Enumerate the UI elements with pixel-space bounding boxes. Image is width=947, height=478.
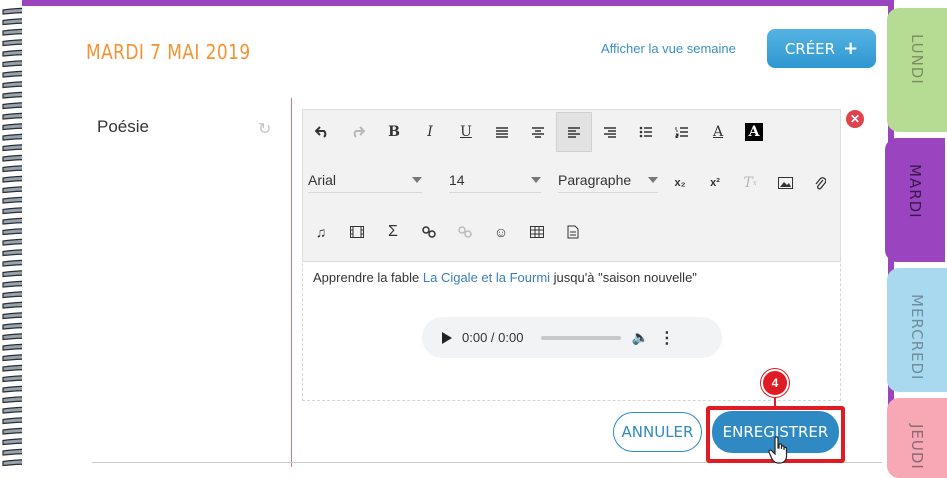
- align-left-icon[interactable]: [556, 112, 592, 152]
- superscript-button[interactable]: x²: [697, 163, 733, 203]
- step-badge: 4: [761, 369, 789, 397]
- subscript-button[interactable]: x₂: [662, 163, 698, 203]
- font-family-select[interactable]: Arial: [308, 167, 422, 193]
- play-icon[interactable]: [442, 331, 452, 344]
- tab-jeudi[interactable]: JEUDI: [887, 398, 947, 478]
- table-icon[interactable]: [519, 212, 555, 252]
- image-icon[interactable]: [767, 163, 803, 203]
- bold-button[interactable]: B: [376, 112, 412, 152]
- week-view-link[interactable]: Afficher la vue semaine: [601, 41, 736, 56]
- subject-label: Poésie: [97, 117, 149, 136]
- create-button-label: CRÉER: [784, 39, 836, 58]
- underline-button[interactable]: U: [448, 112, 484, 152]
- unlink-icon[interactable]: [447, 212, 483, 252]
- tab-lundi[interactable]: LUNDI: [887, 8, 947, 132]
- sigma-icon[interactable]: Σ: [375, 212, 411, 252]
- cancel-button[interactable]: ANNULER: [613, 412, 702, 452]
- margin-line: [291, 98, 292, 467]
- clear-format-icon[interactable]: Tx: [732, 163, 768, 203]
- content-text: Apprendre la fable: [313, 270, 420, 285]
- align-right-icon[interactable]: [592, 112, 628, 152]
- tab-mardi[interactable]: MARDI: [885, 138, 945, 262]
- volume-icon[interactable]: 🔈: [631, 329, 648, 346]
- more-options-icon[interactable]: ⋮: [659, 328, 675, 348]
- background-color-button[interactable]: A: [736, 112, 772, 152]
- content-text: jusqu'à "saison nouvelle": [553, 270, 697, 285]
- plus-icon: +: [843, 37, 859, 59]
- audio-progress-slider[interactable]: [541, 335, 622, 340]
- link-icon[interactable]: [411, 212, 447, 252]
- font-family-value: Arial: [308, 171, 337, 188]
- redo-icon[interactable]: [340, 112, 376, 152]
- hand-cursor-icon: [768, 436, 788, 464]
- fable-link[interactable]: La Cigale et la Fourmi: [423, 270, 550, 285]
- font-size-value: 14: [449, 171, 465, 188]
- audio-time: 0:00 / 0:00: [462, 330, 524, 345]
- chevron-down-icon: [531, 176, 541, 183]
- chevron-down-icon: [412, 176, 422, 183]
- document-icon[interactable]: [555, 212, 591, 252]
- editor-content: Apprendre la fable La Cigale et la Fourm…: [313, 270, 697, 285]
- block-format-value: Paragraphe: [558, 171, 632, 188]
- film-icon[interactable]: [339, 212, 375, 252]
- font-size-select[interactable]: 14: [449, 167, 541, 193]
- refresh-icon[interactable]: ↻: [258, 119, 271, 139]
- attachment-icon[interactable]: [802, 163, 838, 203]
- block-format-select[interactable]: Paragraphe: [558, 167, 658, 193]
- audio-player: 0:00 / 0:00 🔈 ⋮: [422, 317, 722, 358]
- close-icon[interactable]: ✕: [846, 110, 864, 128]
- numbered-list-icon[interactable]: [664, 112, 700, 152]
- music-icon[interactable]: ♫: [303, 212, 339, 252]
- bullet-list-icon[interactable]: [628, 112, 664, 152]
- align-center-icon[interactable]: [520, 112, 556, 152]
- text-color-button[interactable]: A: [700, 112, 736, 152]
- italic-button[interactable]: I: [412, 112, 448, 152]
- create-button[interactable]: CRÉER +: [767, 29, 876, 68]
- chevron-down-icon: [648, 176, 658, 183]
- undo-icon[interactable]: [304, 112, 340, 152]
- emoji-icon[interactable]: ☺: [483, 212, 519, 252]
- page-title: MARDI 7 MAI 2019: [86, 40, 251, 64]
- tab-mercredi[interactable]: MERCREDI: [887, 268, 947, 392]
- align-justify-icon[interactable]: [484, 112, 520, 152]
